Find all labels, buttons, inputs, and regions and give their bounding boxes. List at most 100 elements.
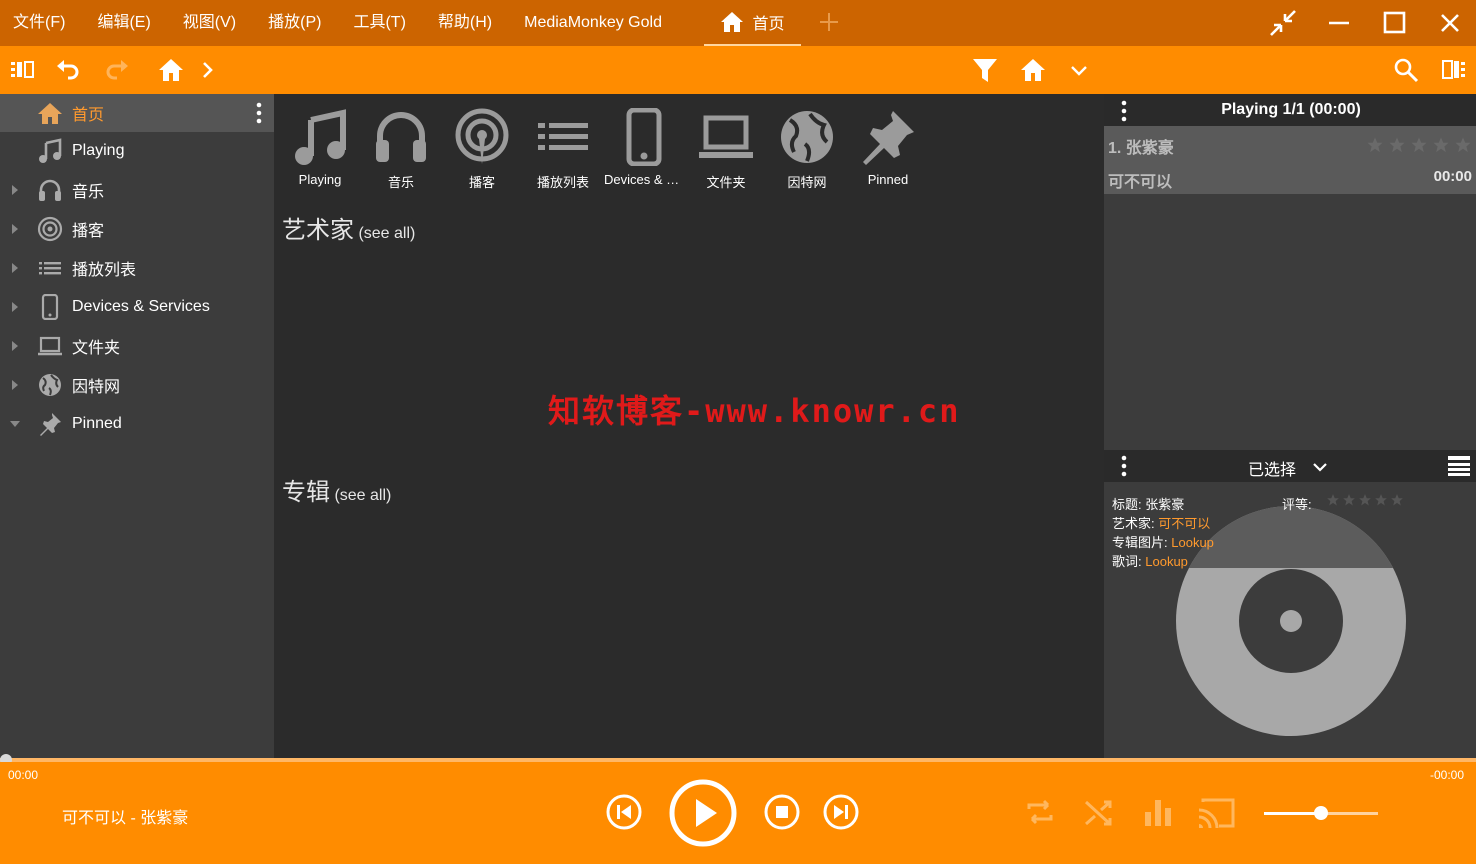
remaining-time: -00:00 <box>1429 768 1464 782</box>
home-view-icon[interactable] <box>1020 57 1046 83</box>
info-lyrics-row: 歌词: Lookup <box>1112 554 1188 569</box>
sidebar-item-label: Playing <box>72 142 125 159</box>
sidebar-item-home[interactable]: 首页 <box>0 94 274 132</box>
selection-title[interactable]: 已选择 <box>1248 456 1296 480</box>
sidebar-item-label: 播放列表 <box>72 262 137 279</box>
toggle-sidebar-icon[interactable] <box>9 57 35 83</box>
toggle-right-panel-icon[interactable] <box>1441 57 1467 83</box>
sidebar-item-label: 播客 <box>72 223 105 240</box>
pin-icon <box>40 413 61 436</box>
tab-home[interactable]: 首页 <box>704 0 801 46</box>
expand-arrow-icon[interactable] <box>10 380 20 390</box>
previous-button[interactable] <box>606 794 642 830</box>
sidebar-item-pinned[interactable]: Pinned <box>0 405 274 443</box>
track-duration: 00:00 <box>1433 168 1472 185</box>
tile-music[interactable]: 音乐 <box>361 108 441 191</box>
sidebar-item-playing[interactable]: Playing <box>0 132 274 170</box>
podcast-icon <box>455 108 509 164</box>
undo-icon[interactable] <box>55 57 81 83</box>
more-options-icon[interactable] <box>256 102 262 124</box>
album-art-lookup-link[interactable]: Lookup <box>1171 535 1214 550</box>
search-icon[interactable] <box>1393 57 1419 83</box>
sidebar-item-music[interactable]: 音乐 <box>0 171 274 209</box>
sidebar-item-label: 首页 <box>72 107 105 124</box>
list-icon <box>538 123 588 150</box>
sidebar-item-label: 音乐 <box>72 184 105 201</box>
info-artist-row: 艺术家: 可不可以 <box>1112 516 1211 531</box>
compact-mode-icon[interactable] <box>1268 8 1298 38</box>
sidebar-item-folders[interactable]: 文件夹 <box>0 327 274 365</box>
tile-playlists[interactable]: 播放列表 <box>523 108 603 191</box>
now-playing-title: Playing 1/1 (00:00) <box>1221 101 1361 118</box>
home-icon <box>38 103 62 124</box>
menu-file[interactable]: 文件(F) <box>0 0 81 46</box>
sidebar-item-internet[interactable]: 因特网 <box>0 366 274 404</box>
app-title: MediaMonkey Gold <box>524 14 662 31</box>
expand-arrow-icon[interactable] <box>10 185 20 195</box>
tile-internet[interactable]: 因特网 <box>767 108 847 191</box>
menu-help[interactable]: 帮助(H) <box>422 0 508 46</box>
chevron-down-icon[interactable] <box>1066 57 1092 83</box>
menu-tools[interactable]: 工具(T) <box>337 0 421 46</box>
volume-knob[interactable] <box>1314 806 1328 820</box>
artist-link[interactable]: 可不可以 <box>1158 516 1210 531</box>
globe-icon <box>781 111 833 163</box>
star-icon <box>1367 137 1383 153</box>
sidebar-item-devices[interactable]: Devices & Services <box>0 288 274 326</box>
music-note-icon <box>295 109 346 165</box>
laptop-icon <box>699 115 753 158</box>
phone-icon <box>626 108 662 166</box>
more-options-icon[interactable] <box>1121 455 1127 477</box>
stop-button[interactable] <box>764 794 800 830</box>
sidebar-item-podcasts[interactable]: 播客 <box>0 210 274 248</box>
menu-edit[interactable]: 编辑(E) <box>81 0 166 46</box>
play-button[interactable] <box>668 778 738 848</box>
redo-icon[interactable] <box>104 57 130 83</box>
close-icon[interactable] <box>1435 8 1465 38</box>
home-icon[interactable] <box>158 57 184 83</box>
right-panel: Playing 1/1 (00:00) 1. 张紫豪 可不可以 00:00 已选… <box>1104 94 1476 758</box>
sidebar-item-playlists[interactable]: 播放列表 <box>0 249 274 287</box>
expand-arrow-icon[interactable] <box>10 341 20 351</box>
expand-arrow-icon[interactable] <box>10 263 20 273</box>
now-playing-label[interactable]: 可不可以 - 张紫豪 <box>62 804 188 828</box>
equalizer-icon[interactable] <box>1142 796 1174 828</box>
collapse-arrow-icon[interactable] <box>10 419 20 429</box>
tile-playing[interactable]: Playing <box>280 108 360 187</box>
tile-podcasts[interactable]: 播客 <box>442 108 522 191</box>
minimize-icon[interactable] <box>1324 8 1354 38</box>
tile-pinned[interactable]: Pinned <box>848 108 928 187</box>
now-playing-track-row[interactable]: 1. 张紫豪 可不可以 00:00 <box>1104 126 1476 194</box>
star-icon <box>1433 137 1449 153</box>
repeat-icon[interactable] <box>1024 796 1056 828</box>
cast-icon[interactable] <box>1197 796 1237 830</box>
selection-rating-stars[interactable] <box>1326 493 1404 507</box>
rating-stars[interactable] <box>1366 136 1472 154</box>
shuffle-icon[interactable] <box>1083 796 1115 828</box>
sidebar-item-label: Pinned <box>72 415 122 432</box>
breadcrumb-chevron-icon[interactable] <box>196 57 222 83</box>
menu-view[interactable]: 视图(V) <box>167 0 252 46</box>
filter-icon[interactable] <box>972 57 998 83</box>
lyrics-lookup-link[interactable]: Lookup <box>1145 554 1188 569</box>
list-icon <box>39 262 61 275</box>
tile-folders[interactable]: 文件夹 <box>686 108 766 191</box>
star-icon <box>1375 494 1387 506</box>
expand-arrow-icon[interactable] <box>10 224 20 234</box>
add-tab-icon[interactable] <box>817 9 841 35</box>
next-button[interactable] <box>823 794 859 830</box>
expand-arrow-icon[interactable] <box>10 302 20 312</box>
tile-devices[interactable]: Devices & S... <box>604 108 684 187</box>
albums-see-all-link[interactable]: (see all) <box>334 487 391 504</box>
layout-toggle-icon[interactable] <box>1447 454 1471 478</box>
watermark: 知软博客-www.knowr.cn <box>548 392 961 430</box>
now-playing-header: Playing 1/1 (00:00) <box>1104 94 1476 126</box>
maximize-icon[interactable] <box>1380 8 1410 38</box>
albums-section-header: 专辑 (see all) <box>282 472 391 507</box>
phone-icon <box>41 294 59 320</box>
artists-see-all-link[interactable]: (see all) <box>358 225 415 242</box>
menu-play[interactable]: 播放(P) <box>252 0 337 46</box>
chevron-down-icon[interactable] <box>1311 458 1329 476</box>
music-note-icon <box>39 138 62 163</box>
sidebar-item-label: Devices & Services <box>72 298 210 315</box>
